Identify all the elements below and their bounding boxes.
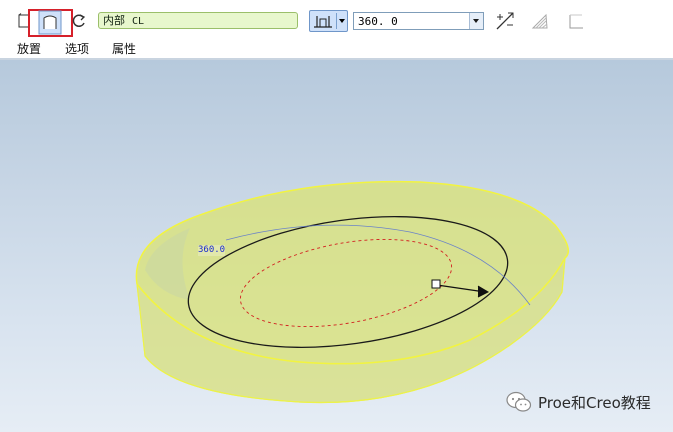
watermark: Proe和Creo教程 (506, 388, 651, 416)
revolve-model[interactable] (0, 0, 673, 432)
watermark-text: Proe和Creo教程 (538, 393, 651, 412)
angle-dimension-label[interactable]: 360.0 (198, 245, 226, 256)
wechat-icon (506, 391, 532, 413)
angle-drag-handle[interactable] (431, 279, 441, 289)
